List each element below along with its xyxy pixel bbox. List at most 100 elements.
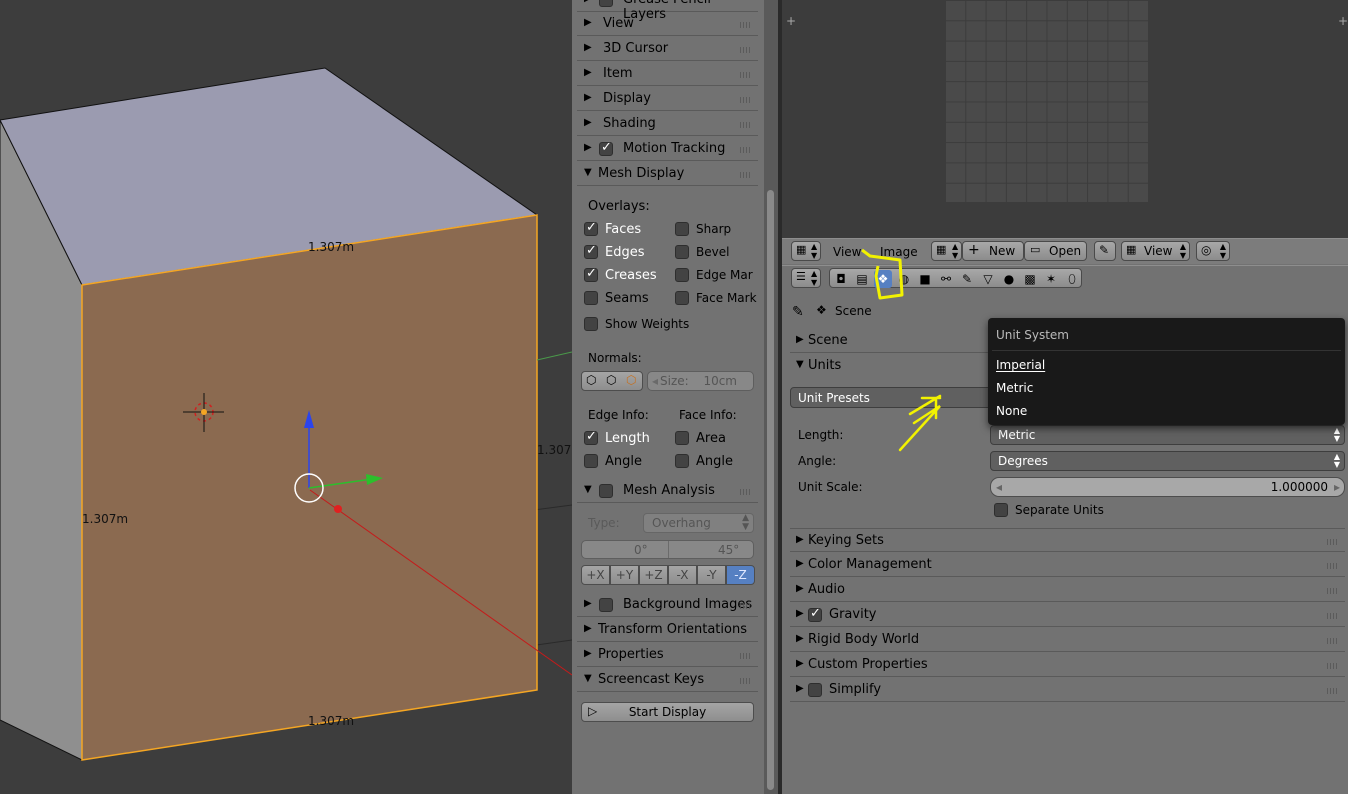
split-normal-icon[interactable]: ⬡ xyxy=(606,373,616,387)
axis-button-plusminus-y[interactable]: +Y xyxy=(610,565,639,585)
unit-scale-field[interactable]: ◂ 1.000000 ▸ xyxy=(990,477,1345,497)
grease-pencil-checkbox[interactable] xyxy=(599,0,613,7)
edges-checkbox[interactable] xyxy=(584,243,598,259)
drag-grip-icon[interactable] xyxy=(740,22,752,28)
physics-icon[interactable]: ⬯ xyxy=(1063,270,1081,288)
show-weights-checkbox[interactable] xyxy=(584,317,598,331)
length-unit-select[interactable]: Metric ▲ ▼ xyxy=(990,425,1345,445)
open-image-button[interactable]: ▭ Open xyxy=(1024,241,1087,261)
panel-mesh-display[interactable]: ▼ Mesh Display xyxy=(577,162,758,186)
drag-grip-icon[interactable] xyxy=(1327,638,1339,644)
section-title: Rigid Body World xyxy=(808,632,920,647)
panel-mesh-analysis[interactable]: ▼ Mesh Analysis xyxy=(577,479,758,503)
3d-viewport[interactable]: 1.307m 1.307m 1.307m 1.307m xyxy=(0,0,572,794)
section-gravity[interactable]: ▶ Gravity xyxy=(790,603,1345,627)
panel-transform-orientations[interactable]: ▶ Transform Orientations xyxy=(577,618,758,642)
option-none[interactable]: None xyxy=(996,404,1027,418)
panel-shading[interactable]: ▶ Shading xyxy=(577,112,758,136)
simplify-checkbox[interactable] xyxy=(808,683,822,697)
analysis-type-select[interactable]: Overhang ▲ ▼ xyxy=(643,513,754,533)
vertex-normal-icon[interactable]: ⬡ xyxy=(586,373,596,387)
decrement-arrow-icon[interactable]: ◂ xyxy=(652,374,658,388)
panel-display[interactable]: ▶ Display xyxy=(577,87,758,111)
view-mode-select[interactable]: ▦ View ▲ ▼ xyxy=(1121,241,1190,261)
start-display-label: Start Display xyxy=(628,705,707,719)
analysis-range-field[interactable]: 0° 45° xyxy=(581,540,754,559)
panel-title: Mesh Display xyxy=(598,166,685,181)
edge-length-checkbox[interactable] xyxy=(584,429,598,445)
decrement-arrow-icon[interactable]: ◂ xyxy=(996,480,1002,494)
edge-angle-checkbox[interactable] xyxy=(584,454,598,468)
n-panel-scrollbar[interactable] xyxy=(764,0,778,794)
face-normal-icon[interactable]: ⬡ xyxy=(626,373,636,387)
increment-arrow-icon[interactable]: ▸ xyxy=(1334,480,1340,494)
edge-mark-checkbox[interactable] xyxy=(675,268,689,282)
option-metric[interactable]: Metric xyxy=(996,381,1033,395)
drag-grip-icon[interactable] xyxy=(740,489,752,495)
panel-background-images[interactable]: ▶ Background Images xyxy=(577,593,758,617)
section-custom-properties[interactable]: ▶ Custom Properties xyxy=(790,653,1345,677)
mesh-analysis-checkbox[interactable] xyxy=(599,484,613,498)
option-imperial[interactable]: Imperial xyxy=(996,358,1045,372)
drag-grip-icon[interactable] xyxy=(740,97,752,103)
pivot-select[interactable]: ◎ ▲ ▼ xyxy=(1196,241,1230,261)
drag-grip-icon[interactable] xyxy=(740,678,752,684)
plus-icon[interactable]: + xyxy=(1338,14,1348,28)
faces-checkbox[interactable] xyxy=(584,220,598,236)
drag-grip-icon[interactable] xyxy=(1327,663,1339,669)
face-area-checkbox[interactable] xyxy=(675,431,689,445)
panel-item[interactable]: ▶ Item xyxy=(577,62,758,86)
panel-screencast-keys[interactable]: ▼ Screencast Keys xyxy=(577,668,758,692)
drag-grip-icon[interactable] xyxy=(740,147,752,153)
gravity-checkbox[interactable] xyxy=(808,606,822,622)
drag-grip-icon[interactable] xyxy=(1327,688,1339,694)
axis-button-minus-y[interactable]: -Y xyxy=(697,565,726,585)
axis-button-minus-z[interactable]: -Z xyxy=(726,565,755,585)
panel-view[interactable]: ▶ View xyxy=(577,12,758,36)
sharp-checkbox[interactable] xyxy=(675,222,689,236)
texture-icon[interactable]: ▩ xyxy=(1021,270,1039,288)
start-display-button[interactable]: ▷ Start Display xyxy=(581,702,754,722)
panel-grease-pencil[interactable]: ▶ Grease Pencil Layers xyxy=(577,0,758,22)
face-angle-checkbox[interactable] xyxy=(675,454,689,468)
section-simplify[interactable]: ▶ Simplify xyxy=(790,678,1345,702)
collapsed-triangle-icon: ▶ xyxy=(584,92,592,103)
drag-grip-icon[interactable] xyxy=(740,47,752,53)
drag-grip-icon[interactable] xyxy=(1327,539,1339,545)
normals-display-buttons[interactable]: ⬡ ⬡ ⬡ xyxy=(581,371,643,391)
drag-grip-icon[interactable] xyxy=(740,72,752,78)
material-icon[interactable]: ● xyxy=(1000,270,1018,288)
drag-grip-icon[interactable] xyxy=(740,603,752,609)
seams-checkbox[interactable] xyxy=(584,291,598,305)
drag-grip-icon[interactable] xyxy=(1327,563,1339,569)
drag-grip-icon[interactable] xyxy=(1327,588,1339,594)
pin-button[interactable]: ✎ xyxy=(1094,241,1116,261)
panel-3d-cursor[interactable]: ▶ 3D Cursor xyxy=(577,37,758,61)
section-color-management[interactable]: ▶ Color Management xyxy=(790,553,1345,577)
section-audio[interactable]: ▶ Audio xyxy=(790,578,1345,602)
panel-properties[interactable]: ▶ Properties xyxy=(577,643,758,667)
background-images-checkbox[interactable] xyxy=(599,598,613,612)
bevel-checkbox[interactable] xyxy=(675,245,689,259)
creases-checkbox[interactable] xyxy=(584,266,598,282)
scrollbar-thumb[interactable] xyxy=(767,190,774,790)
drag-grip-icon[interactable] xyxy=(740,653,752,659)
axis-button-plusminus-x[interactable]: +X xyxy=(581,565,610,585)
particles-icon[interactable]: ✶ xyxy=(1042,270,1060,288)
drag-grip-icon[interactable] xyxy=(740,172,752,178)
analysis-min-value[interactable]: 0° xyxy=(634,543,648,557)
section-rigid-body-world[interactable]: ▶ Rigid Body World xyxy=(790,628,1345,652)
axis-button-plusminus-z[interactable]: +Z xyxy=(639,565,668,585)
drag-grip-icon[interactable] xyxy=(740,122,752,128)
analysis-max-value[interactable]: 45° xyxy=(718,543,739,557)
motion-tracking-checkbox[interactable] xyxy=(599,140,613,156)
axis-button-minus-x[interactable]: -X xyxy=(668,565,697,585)
panel-motion-tracking[interactable]: ▶ Motion Tracking xyxy=(577,137,758,161)
face-mark-checkbox[interactable] xyxy=(675,291,689,305)
separate-units-checkbox[interactable] xyxy=(994,503,1008,517)
angle-unit-select[interactable]: Degrees ▲ ▼ xyxy=(990,451,1345,471)
normals-size-field[interactable]: ◂ Size: 10cm xyxy=(647,371,754,391)
section-keying-sets[interactable]: ▶ Keying Sets xyxy=(790,528,1345,552)
plus-icon[interactable]: + xyxy=(786,14,796,28)
drag-grip-icon[interactable] xyxy=(1327,613,1339,619)
